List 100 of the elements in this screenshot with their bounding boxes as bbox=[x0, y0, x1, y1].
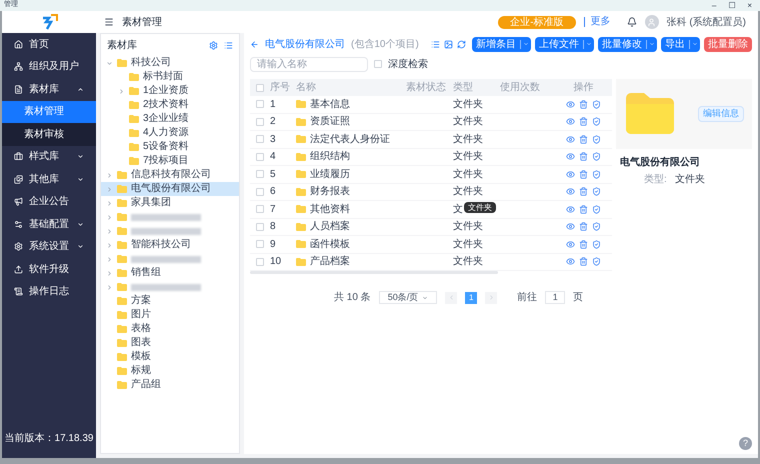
caret-icon[interactable] bbox=[77, 220, 84, 228]
delete-icon[interactable] bbox=[579, 257, 588, 266]
tree-item[interactable]: 标书封面 bbox=[101, 70, 239, 84]
checkbox[interactable] bbox=[256, 222, 264, 231]
list-icon[interactable] bbox=[224, 40, 233, 50]
view-icon[interactable] bbox=[566, 222, 575, 232]
checkbox[interactable] bbox=[256, 135, 264, 144]
sidebar-item[interactable]: 样式库 bbox=[2, 146, 96, 168]
shield-icon[interactable] bbox=[592, 134, 601, 144]
view-icon[interactable] bbox=[566, 187, 575, 196]
page-size-select[interactable]: 50条/页 bbox=[378, 291, 438, 304]
shield-icon[interactable] bbox=[592, 204, 601, 214]
sidebar-subitem[interactable]: 素材管理 bbox=[2, 100, 96, 123]
sidebar-subitem[interactable]: 素材审核 bbox=[2, 123, 96, 146]
window-control[interactable]: – bbox=[712, 2, 716, 10]
sidebar-item[interactable]: 组织及用户 bbox=[2, 56, 96, 78]
sidebar-item[interactable]: 企业公告 bbox=[2, 190, 96, 213]
more-link[interactable]: 更多 bbox=[584, 17, 611, 27]
view-icon[interactable] bbox=[566, 100, 575, 109]
sidebar-item[interactable]: 软件升级 bbox=[2, 258, 96, 280]
delete-icon[interactable] bbox=[579, 204, 588, 214]
refresh-icon[interactable] bbox=[457, 40, 466, 48]
split-button[interactable]: 新增条目 bbox=[472, 36, 531, 52]
sidebar-item[interactable]: 操作日志 bbox=[2, 280, 96, 303]
sidebar-item[interactable]: 系统设置 bbox=[2, 236, 96, 258]
tree-item[interactable]: 科技公司 bbox=[101, 56, 239, 70]
tree-item[interactable]: 智能科技公司 bbox=[101, 238, 239, 252]
shield-icon[interactable] bbox=[592, 117, 601, 126]
list-view-icon[interactable] bbox=[431, 40, 440, 48]
checkbox[interactable] bbox=[256, 170, 264, 178]
checkbox[interactable] bbox=[256, 240, 264, 248]
shield-icon[interactable] bbox=[592, 257, 601, 266]
tree-item[interactable]: 产品组 bbox=[101, 378, 239, 392]
shield-icon[interactable] bbox=[592, 187, 601, 196]
split-button[interactable]: 批量修改 bbox=[598, 36, 657, 52]
tree-item[interactable]: 家具集团 bbox=[101, 196, 239, 210]
tree-item[interactable]: 模板 bbox=[101, 350, 239, 364]
tree-label: 表格 bbox=[131, 323, 151, 335]
sidebar-item[interactable]: 首页 bbox=[2, 33, 96, 56]
delete-icon[interactable] bbox=[579, 170, 588, 179]
image-view-icon[interactable] bbox=[444, 40, 453, 48]
sidebar-item[interactable]: 基础配置 bbox=[2, 213, 96, 236]
sidebar-item[interactable]: 其他库 bbox=[2, 168, 96, 190]
split-button[interactable]: 导出 bbox=[661, 36, 700, 52]
tree-item[interactable]: 3企业业绩 bbox=[101, 112, 239, 126]
tree-item[interactable]: 图片 bbox=[101, 308, 239, 322]
tree-item[interactable]: 表格 bbox=[101, 322, 239, 336]
tree-item[interactable]: 标规 bbox=[101, 364, 239, 378]
tree-item[interactable]: 2技术资料 bbox=[101, 98, 239, 112]
split-button[interactable]: 上传文件 bbox=[535, 36, 594, 52]
caret-icon[interactable] bbox=[77, 243, 84, 250]
checkbox[interactable] bbox=[256, 258, 264, 266]
shield-icon[interactable] bbox=[592, 100, 601, 109]
caret-icon[interactable] bbox=[77, 153, 84, 160]
menu-icon[interactable] bbox=[104, 17, 114, 27]
folder-icon bbox=[117, 227, 127, 235]
tree-item[interactable]: 信息科技有限公司 bbox=[101, 168, 239, 182]
tree-item[interactable]: 方案 bbox=[101, 294, 239, 308]
settings-icon[interactable] bbox=[209, 40, 218, 50]
view-icon[interactable] bbox=[566, 152, 575, 162]
shield-icon[interactable] bbox=[592, 240, 601, 249]
window-control[interactable]: ☐ bbox=[728, 2, 736, 10]
sidebar-item[interactable]: 素材库 bbox=[2, 78, 96, 100]
checkbox[interactable] bbox=[256, 84, 264, 92]
view-icon[interactable] bbox=[566, 117, 575, 126]
tree-item[interactable]: 销售组 bbox=[101, 266, 239, 280]
page-input[interactable]: 1 bbox=[545, 291, 566, 304]
view-icon[interactable] bbox=[566, 257, 575, 266]
delete-icon[interactable] bbox=[579, 134, 588, 144]
delete-icon[interactable] bbox=[579, 240, 588, 249]
delete-icon[interactable] bbox=[579, 100, 588, 109]
shield-icon[interactable] bbox=[592, 152, 601, 162]
view-icon[interactable] bbox=[566, 134, 575, 144]
caret-icon[interactable] bbox=[77, 86, 84, 93]
delete-icon[interactable] bbox=[579, 152, 588, 162]
back-icon[interactable] bbox=[250, 40, 259, 48]
shield-icon[interactable] bbox=[592, 222, 601, 232]
tree-item[interactable]: 图表 bbox=[101, 336, 239, 350]
tree-item[interactable]: 电气股份有限公司 bbox=[101, 182, 239, 196]
checkbox[interactable] bbox=[256, 100, 264, 108]
window-control[interactable]: × bbox=[747, 2, 752, 10]
delete-icon[interactable] bbox=[579, 187, 588, 196]
bell-icon[interactable] bbox=[626, 17, 637, 27]
view-icon[interactable] bbox=[566, 204, 575, 214]
search-field[interactable]: 请输入名称 bbox=[250, 56, 368, 72]
tree-item[interactable]: 1企业资质 bbox=[101, 84, 239, 98]
checkbox[interactable] bbox=[256, 188, 264, 196]
checkbox[interactable] bbox=[256, 205, 264, 214]
view-icon[interactable] bbox=[566, 170, 575, 179]
checkbox[interactable] bbox=[256, 152, 264, 161]
checkbox[interactable] bbox=[256, 118, 264, 126]
tree-item[interactable]: 5设备资料 bbox=[101, 140, 239, 154]
tree-item[interactable]: 4人力资源 bbox=[101, 126, 239, 140]
view-icon[interactable] bbox=[566, 240, 575, 249]
delete-icon[interactable] bbox=[579, 222, 588, 232]
checkbox[interactable] bbox=[374, 60, 382, 68]
delete-icon[interactable] bbox=[579, 117, 588, 126]
shield-icon[interactable] bbox=[592, 170, 601, 179]
caret-icon[interactable] bbox=[77, 176, 84, 183]
tree-item[interactable]: 7投标项目 bbox=[101, 154, 239, 168]
